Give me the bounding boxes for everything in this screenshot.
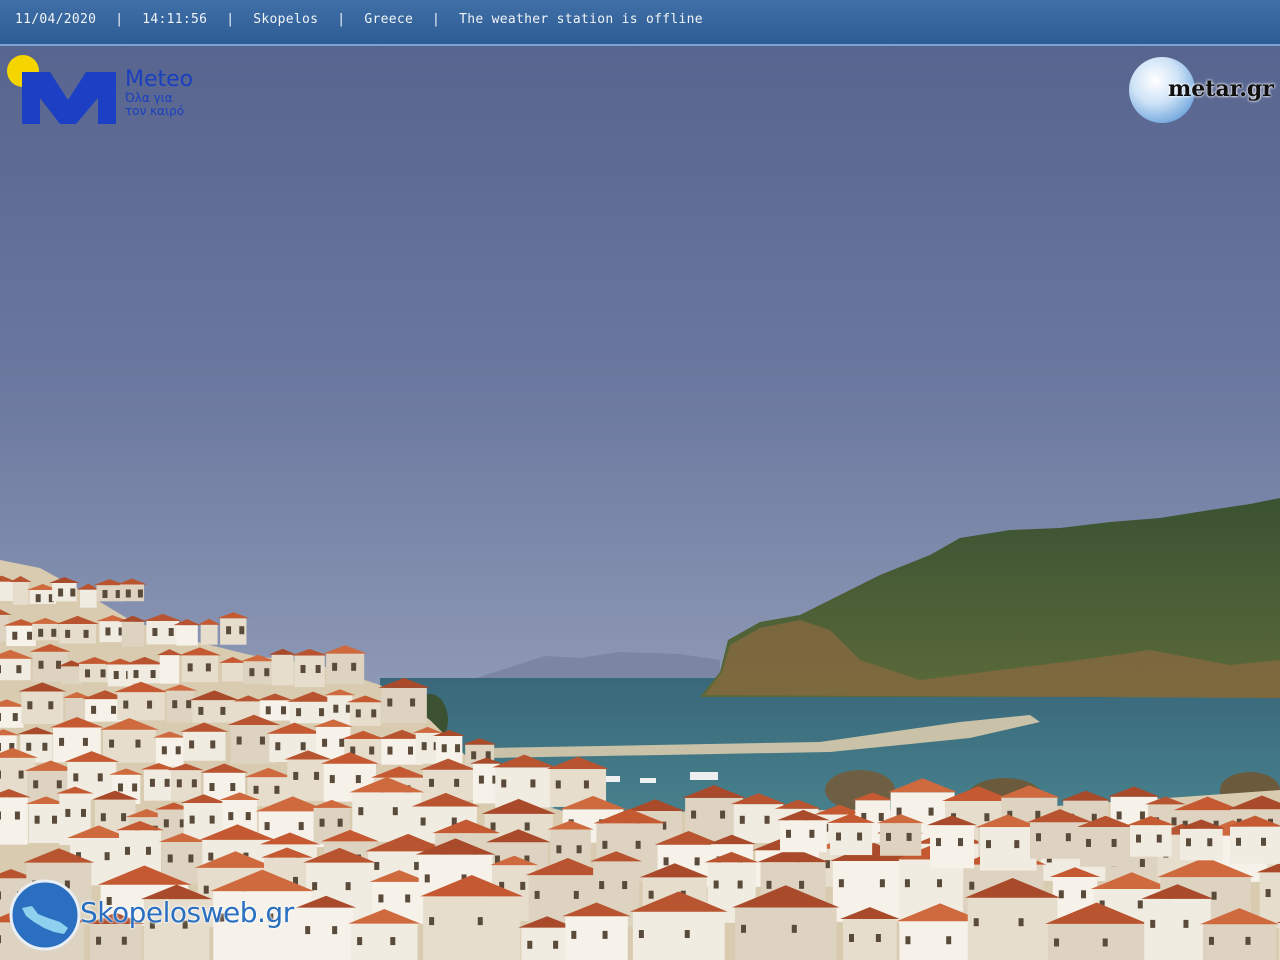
- meteo-tagline: τον καιρό: [125, 104, 185, 118]
- metar-logo-text: metar.gr: [1168, 76, 1274, 102]
- separator: |: [432, 12, 441, 27]
- separator: |: [226, 12, 235, 27]
- skopelosweb-logo[interactable]: [8, 878, 82, 952]
- time-text: 14:11:56: [142, 12, 208, 27]
- meteo-logo-text: Meteo Όλα για τον καιρό: [125, 68, 193, 118]
- country-text: Greece: [364, 12, 414, 27]
- separator: |: [337, 12, 346, 27]
- info-bar: 11/04/2020 | 14:11:56 | Skopelos | Greece | The …: [0, 0, 1280, 46]
- skopelosweb-logo-text: Skopelosweb.gr: [80, 896, 294, 929]
- station-status-text: The weather station is offline: [459, 12, 703, 27]
- meteo-name: Meteo: [125, 67, 194, 92]
- date-text: 11/04/2020: [15, 12, 97, 27]
- separator: |: [115, 12, 124, 27]
- webcam-scene: [0, 0, 1280, 960]
- location-text: Skopelos: [253, 12, 319, 27]
- m-letter-icon: [22, 72, 116, 124]
